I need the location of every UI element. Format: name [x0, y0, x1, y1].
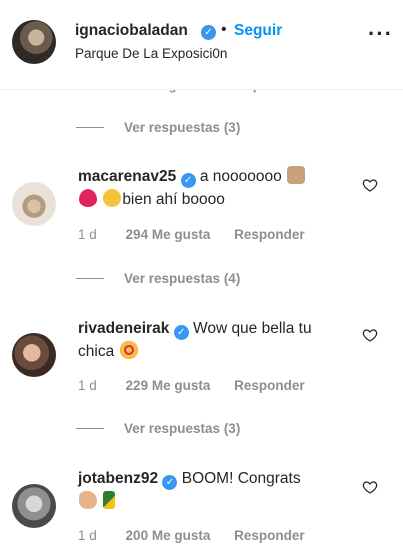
comment-likes[interactable]: 294 Me gusta	[126, 227, 211, 242]
champagne-bottle-icon	[103, 491, 116, 509]
comment-text-part: a nooooooo	[199, 168, 282, 185]
heart-outline-icon[interactable]	[362, 177, 378, 193]
view-replies-button[interactable]: Ver respuestas (3)	[76, 117, 240, 137]
comment-time: 1 d	[78, 528, 97, 543]
commenter-avatar[interactable]	[12, 182, 56, 226]
comment-meta: 1 d 294 Me gusta Responder	[78, 227, 305, 242]
comment-likes[interactable]: 229 Me gusta	[126, 378, 211, 393]
verified-icon: ✓	[201, 25, 216, 40]
comment-text: jotabenz92 ✓ BOOM! Congrats	[78, 467, 348, 513]
heart-eyes-emoji-icon	[119, 341, 138, 359]
comment-text-part: chica	[78, 343, 115, 360]
verified-icon: ✓	[180, 173, 196, 188]
heart-outline-icon[interactable]	[362, 479, 378, 495]
heart-outline-icon[interactable]	[362, 327, 378, 343]
comment-likes[interactable]: 200 Me gusta	[126, 528, 211, 543]
hands-emoji-icon	[287, 166, 306, 184]
comment-text-part: BOOM! Congrats	[181, 470, 301, 487]
view-replies-button[interactable]: Ver respuestas (3)	[76, 418, 240, 438]
comment-text-part: bien ahí boooo	[122, 191, 225, 208]
more-options-icon[interactable]: ···	[368, 23, 393, 45]
reply-button[interactable]: Responder	[234, 528, 305, 543]
commenter-avatar[interactable]	[12, 484, 56, 528]
author-avatar[interactable]	[12, 20, 56, 64]
commenter-username[interactable]: jotabenz92	[78, 470, 158, 487]
comment-text-part: Wow que bella tu	[192, 320, 312, 337]
comment-text: rivadeneirak ✓ Wow que bella tu chica	[78, 317, 348, 363]
separator-dot: •	[221, 21, 227, 38]
comment-meta: 1 d 200 Me gusta Responder	[78, 528, 305, 543]
verified-icon: ✓	[162, 475, 178, 490]
view-replies-label: Ver respuestas (3)	[124, 119, 241, 135]
view-replies-label: Ver respuestas (3)	[124, 420, 241, 436]
commenter-avatar[interactable]	[12, 333, 56, 377]
flexed-biceps-icon	[79, 491, 97, 509]
commenter-username[interactable]: macarenav25	[78, 168, 176, 185]
reply-button[interactable]: Responder	[234, 378, 305, 393]
replies-divider	[76, 277, 104, 279]
post-header: ignaciobaladan ✓ • Seguir Parque De La E…	[0, 0, 403, 90]
author-username[interactable]: ignaciobaladan	[75, 22, 188, 40]
comment-meta: 1 d 229 Me gusta Responder	[78, 378, 305, 393]
commenter-username[interactable]: rivadeneirak	[78, 320, 169, 337]
reply-button[interactable]: Responder	[234, 227, 305, 242]
comment-time: 1 d	[78, 227, 97, 242]
replies-divider	[76, 126, 104, 128]
red-heart-icon	[79, 189, 97, 207]
view-replies-button[interactable]: Ver respuestas (4)	[76, 268, 240, 288]
view-replies-label: Ver respuestas (4)	[124, 270, 241, 286]
replies-divider	[76, 427, 104, 429]
location-link[interactable]: Parque De La Exposici0n	[75, 46, 227, 61]
verified-icon: ✓	[173, 325, 189, 340]
comment-time: 1 d	[78, 378, 97, 393]
follow-button[interactable]: Seguir	[234, 22, 282, 40]
comment-text: macarenav25 ✓ a nooooooo bien ahí boooo	[78, 165, 348, 211]
smiling-face-icon	[103, 189, 122, 207]
